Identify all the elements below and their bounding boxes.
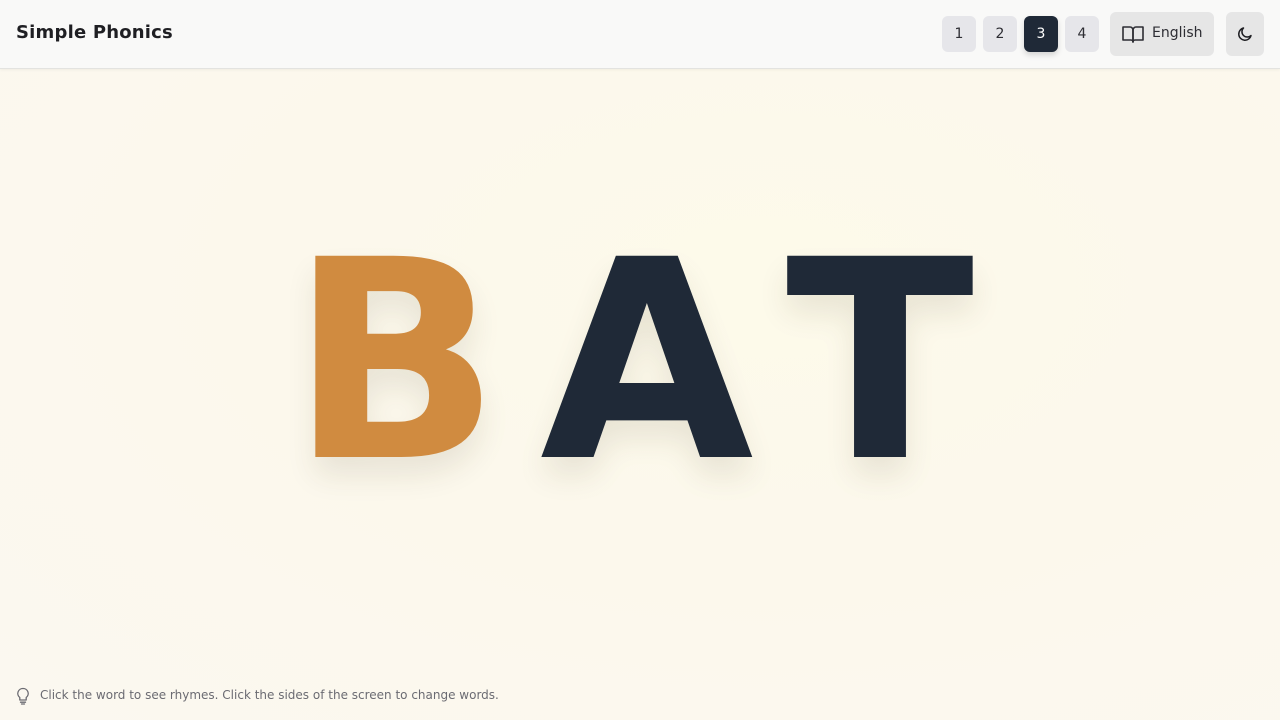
phonics-word[interactable]: B A T <box>290 218 1010 508</box>
letter-t: T <box>785 202 975 523</box>
level-1-button[interactable]: 1 <box>942 16 976 52</box>
language-button[interactable]: English <box>1110 12 1214 56</box>
level-4-button[interactable]: 4 <box>1065 16 1099 52</box>
level-3-button[interactable]: 3 <box>1024 16 1058 52</box>
book-open-icon <box>1122 25 1144 43</box>
lightbulb-icon <box>17 687 29 705</box>
app-title: Simple Phonics <box>16 22 173 43</box>
top-bar: Simple Phonics 1 2 3 4 English <box>0 0 1280 69</box>
theme-toggle-button[interactable] <box>1226 12 1264 56</box>
language-label: English <box>1152 25 1203 41</box>
level-2-button[interactable]: 2 <box>983 16 1017 52</box>
moon-icon <box>1238 27 1252 41</box>
hint-text: Click the word to see rhymes. Click the … <box>40 688 499 702</box>
letter-b: B <box>290 202 501 523</box>
letter-a: A <box>540 202 754 523</box>
